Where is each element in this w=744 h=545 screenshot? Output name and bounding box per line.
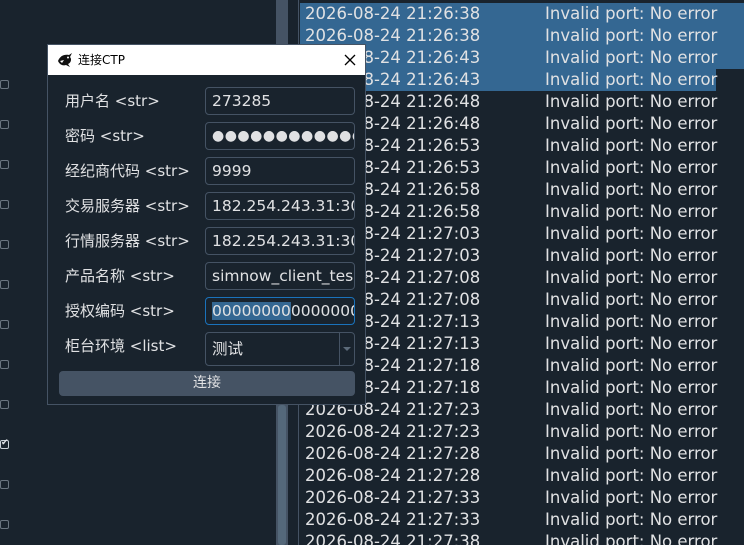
log-row[interactable]: 2026-08-24 21:27:13 Invalid port: No erro… [300, 333, 744, 355]
log-message: Invalid port: No error [545, 334, 718, 353]
environment-selected-value: 测试 [212, 340, 244, 358]
checkbox[interactable] [0, 480, 9, 489]
checkbox[interactable] [0, 438, 9, 449]
log-message: Invalid port: No error [545, 378, 718, 397]
left-panel [0, 0, 12, 545]
log-row[interactable]: 2026-08-24 21:27:18 Invalid port: No erro… [300, 377, 744, 399]
checkbox[interactable] [0, 160, 9, 169]
log-message: Invalid port: No error [545, 246, 718, 265]
log-row[interactable]: 2026-08-24 21:26:58 Invalid port: No erro… [300, 179, 744, 201]
log-message: Invalid port: No error [545, 224, 718, 243]
log-row[interactable]: 2026-08-24 21:26:38 Invalid port: No erro… [300, 3, 744, 25]
log-row[interactable]: 2026-08-24 21:26:53 Invalid port: No erro… [300, 157, 744, 179]
market-server-input[interactable]: 182.254.243.31:300 [205, 227, 355, 255]
log-row[interactable]: 2026-08-24 21:26:53 Invalid port: No erro… [300, 135, 744, 157]
auth-code-selected-text: 00000000 [212, 302, 291, 320]
log-message: Invalid port: No error [545, 26, 718, 45]
log-timestamp: 2026-08-24 21:27:28 [305, 466, 481, 485]
trade-server-input[interactable]: 182.254.243.31:300 [205, 192, 355, 220]
log-message: Invalid port: No error [545, 532, 718, 545]
log-row[interactable]: 2026-08-24 21:27:08 Invalid port: No erro… [300, 267, 744, 289]
log-timestamp: 2026-08-24 21:27:33 [305, 510, 481, 529]
environment-label: 柜台环境 <list> [65, 337, 177, 355]
log-row[interactable]: 2026-08-24 21:27:03 Invalid port: No erro… [300, 245, 744, 267]
connect-ctp-dialog: 连接CTP 用户名 <str> 273285 密码 <str> ●●●●●●●●… [47, 44, 366, 405]
log-row[interactable]: 2026-08-24 21:27:03 Invalid port: No erro… [300, 223, 744, 245]
log-message: Invalid port: No error [545, 400, 718, 419]
log-message: Invalid port: No error [545, 444, 718, 463]
log-message: Invalid port: No error [545, 202, 718, 221]
close-icon [344, 51, 356, 70]
log-row[interactable]: 2026-08-24 21:27:33 Invalid port: No erro… [300, 487, 744, 509]
log-row[interactable]: 2026-08-24 21:26:38 Invalid port: No erro… [300, 25, 744, 47]
checkbox[interactable] [0, 280, 9, 289]
auth-code-rest-text: 00000000 [290, 302, 354, 320]
scrollbar-thumb[interactable] [278, 405, 286, 545]
log-timestamp: 2026-08-24 21:27:33 [305, 488, 481, 507]
product-name-label: 产品名称 <str> [65, 267, 175, 285]
log-row[interactable]: 2026-08-24 21:27:18 Invalid port: No erro… [300, 355, 744, 377]
log-message: Invalid port: No error [545, 356, 718, 375]
log-timestamp: 2026-08-24 21:27:38 [305, 532, 481, 545]
log-message: Invalid port: No error [545, 510, 718, 529]
auth-code-label: 授权编码 <str> [65, 302, 175, 320]
chevron-down-icon[interactable] [339, 333, 354, 365]
log-message: Invalid port: No error [545, 158, 718, 177]
log-timestamp: 2026-08-24 21:26:38 [305, 4, 481, 23]
checkbox[interactable] [0, 520, 9, 529]
checkbox[interactable] [0, 200, 9, 209]
checkbox[interactable] [0, 80, 9, 89]
log-message: Invalid port: No error [545, 92, 718, 111]
dialog-titlebar[interactable]: 连接CTP [48, 45, 365, 75]
log-row[interactable]: 2026-08-24 21:27:08 Invalid port: No erro… [300, 289, 744, 311]
log-message: Invalid port: No error [545, 48, 718, 67]
username-label: 用户名 <str> [65, 92, 160, 110]
log-row[interactable]: 2026-08-24 21:26:48 Invalid port: No erro… [300, 113, 744, 135]
log-message: Invalid port: No error [545, 268, 718, 287]
checkbox[interactable] [0, 360, 9, 369]
log-row[interactable]: 2026-08-24 21:27:13 Invalid port: No erro… [300, 311, 744, 333]
log-message: Invalid port: No error [545, 70, 718, 89]
log-row[interactable]: 2026-08-24 21:27:38 Invalid port: No erro… [300, 531, 744, 545]
dragon-logo-icon [57, 52, 73, 68]
log-message: Invalid port: No error [545, 466, 718, 485]
log-message: Invalid port: No error [545, 422, 718, 441]
log-message: Invalid port: No error [545, 312, 718, 331]
checkbox[interactable] [0, 320, 9, 329]
market-server-label: 行情服务器 <str> [65, 232, 190, 250]
checkbox[interactable] [0, 240, 9, 249]
log-message: Invalid port: No error [545, 114, 718, 133]
checkbox[interactable] [0, 120, 9, 129]
connect-button[interactable]: 连接 [59, 371, 355, 396]
username-input[interactable]: 273285 [205, 87, 355, 115]
log-row[interactable]: 2026-08-24 21:27:23 Invalid port: No erro… [300, 421, 744, 443]
dialog-title: 连接CTP [78, 53, 125, 67]
log-row[interactable]: 2026-08-24 21:27:23 Invalid port: No erro… [300, 399, 744, 421]
log-row[interactable]: 2026-08-24 21:27:33 Invalid port: No erro… [300, 509, 744, 531]
log-message: Invalid port: No error [545, 488, 718, 507]
trade-server-label: 交易服务器 <str> [65, 197, 190, 215]
password-label: 密码 <str> [65, 127, 145, 145]
log-timestamp: 2026-08-24 21:27:23 [305, 422, 481, 441]
auth-code-input[interactable]: 0000000000000000 [205, 297, 355, 325]
log-panel[interactable]: 2026-08-24 21:26:38 Invalid port: No erro… [300, 0, 744, 545]
product-name-input[interactable]: simnow_client_tes [205, 262, 355, 290]
log-message: Invalid port: No error [545, 4, 718, 23]
log-timestamp: 2026-08-24 21:27:28 [305, 444, 481, 463]
log-row[interactable]: 2026-08-24 21:26:58 Invalid port: No erro… [300, 201, 744, 223]
checkbox[interactable] [0, 400, 9, 409]
log-message: Invalid port: No error [545, 290, 718, 309]
broker-id-input[interactable]: 9999 [205, 157, 355, 185]
broker-id-label: 经纪商代码 <str> [65, 162, 190, 180]
log-row[interactable]: 2026-08-24 21:26:43 Invalid port: No erro… [300, 47, 744, 69]
environment-select[interactable]: 测试 [205, 332, 355, 366]
password-input[interactable]: ●●●●●●●●●●●● [205, 122, 355, 150]
log-message: Invalid port: No error [545, 136, 718, 155]
close-button[interactable] [335, 45, 365, 75]
log-row[interactable]: 2026-08-24 21:27:28 Invalid port: No erro… [300, 465, 744, 487]
log-row[interactable]: 2026-08-24 21:26:48 Invalid port: No erro… [300, 91, 744, 113]
log-row[interactable]: 2026-08-24 21:27:28 Invalid port: No erro… [300, 443, 744, 465]
log-message: Invalid port: No error [545, 180, 718, 199]
